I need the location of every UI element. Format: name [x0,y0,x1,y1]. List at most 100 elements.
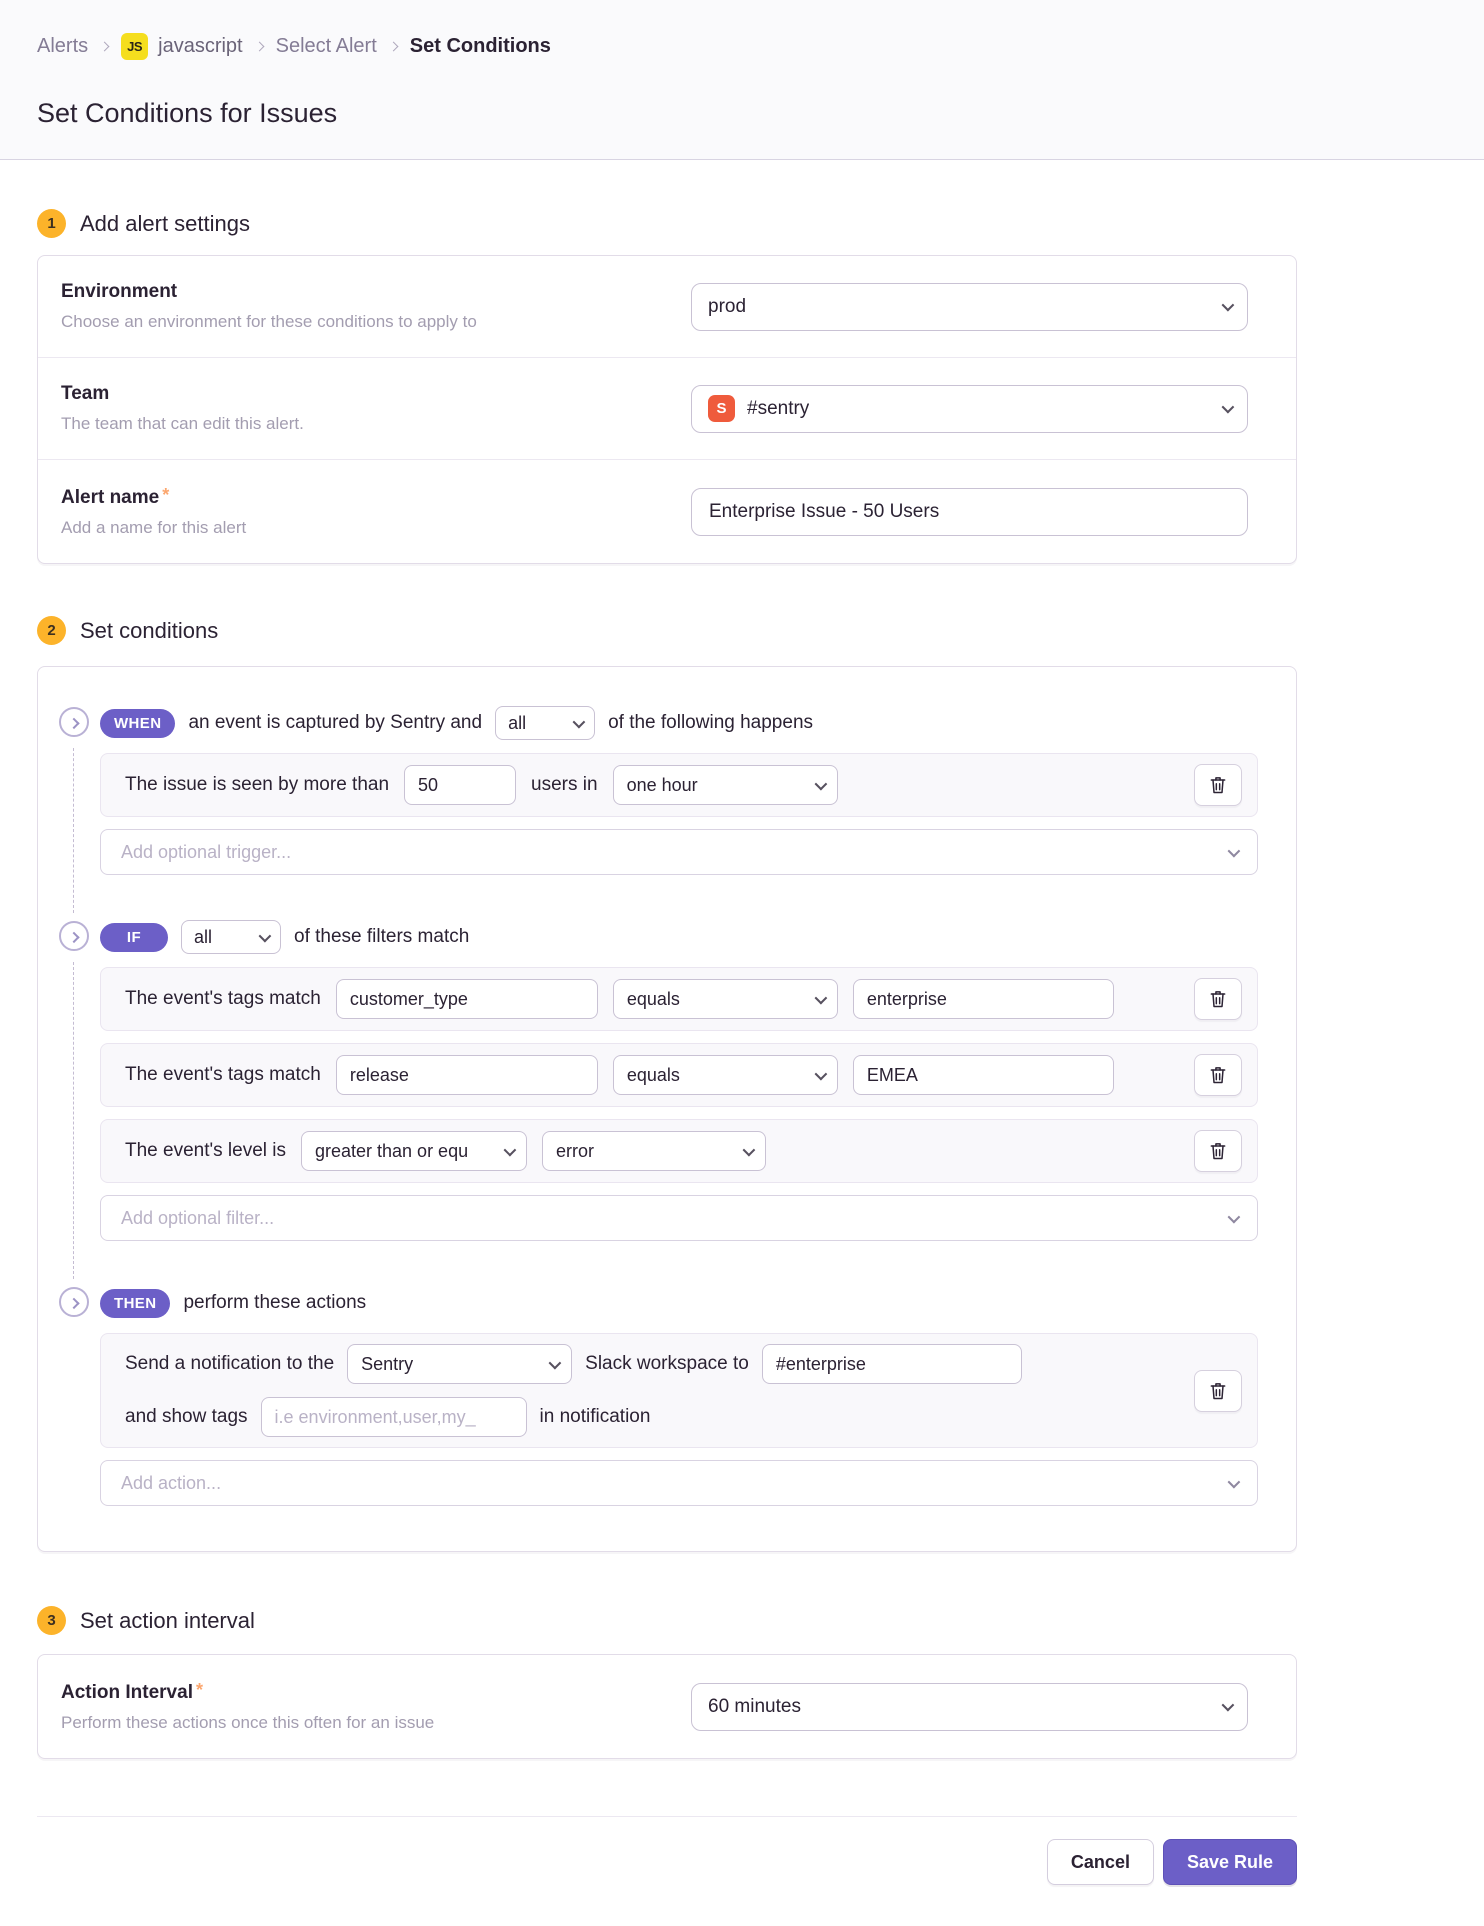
then-text-after: perform these actions [183,1292,366,1314]
trash-icon [1208,989,1228,1009]
trigger-text: The issue is seen by more than [125,774,389,796]
filter-text: The event's tags match [125,1064,321,1086]
action-line-2: and show tags in notification [125,1397,1022,1437]
javascript-platform-icon: JS [121,33,148,60]
alert-name-labels: Alert name* Add a name for this alert [61,485,246,538]
team-select[interactable]: S #sentry [691,385,1248,433]
action-interval-row: Action Interval* Perform these actions o… [38,1655,1296,1758]
action-text: Slack workspace to [585,1353,749,1375]
collapse-chevron-icon[interactable] [59,707,89,737]
breadcrumb-separator-icon [388,42,398,52]
when-match-value: all [508,713,526,734]
team-row: Team The team that can edit this alert. … [38,358,1296,460]
action-row: Send a notification to the Sentry Slack … [100,1333,1258,1448]
delete-filter-button[interactable] [1194,1054,1242,1096]
breadcrumb: Alerts JS javascript Select Alert Set Co… [37,33,1484,60]
chevron-down-icon [259,929,272,942]
tag-key-input[interactable] [336,1055,598,1095]
when-step: WHEN an event is captured by Sentry and … [38,706,1258,875]
step-number-badge: 3 [37,1606,66,1635]
team-label: Team [61,383,304,405]
add-action-select[interactable]: Add action... [100,1460,1258,1506]
action-text: in notification [540,1406,651,1428]
if-match-select[interactable]: all [181,920,281,954]
tag-key-input[interactable] [336,979,598,1019]
cancel-button[interactable]: Cancel [1047,1839,1154,1885]
tag-operator-select[interactable]: equals [613,1055,838,1095]
chevron-down-icon [814,777,827,790]
action-interval-labels: Action Interval* Perform these actions o… [61,1680,434,1733]
chevron-down-icon [1222,1699,1235,1712]
delete-filter-button[interactable] [1194,1130,1242,1172]
breadcrumb-separator-icon [254,42,264,52]
action-description: Send a notification to the Sentry Slack … [125,1344,1022,1437]
chevron-down-icon [573,715,586,728]
footer-actions: Cancel Save Rule [37,1839,1297,1885]
filter-condition-row: The event's tags match equals [100,967,1258,1031]
alert-name-row: Alert name* Add a name for this alert [38,460,1296,563]
breadcrumb-project-label: javascript [158,35,242,58]
team-help: The team that can edit this alert. [61,414,304,434]
delete-action-button[interactable] [1194,1370,1242,1412]
add-filter-select[interactable]: Add optional filter... [100,1195,1258,1241]
trash-icon [1208,1381,1228,1401]
delete-trigger-button[interactable] [1194,764,1242,806]
add-filter-placeholder: Add optional filter... [121,1208,274,1229]
add-trigger-select[interactable]: Add optional trigger... [100,829,1258,875]
breadcrumb-item-select-alert[interactable]: Select Alert [276,35,377,58]
when-header: WHEN an event is captured by Sentry and … [100,706,1258,740]
trash-icon [1208,1141,1228,1161]
level-operator-select[interactable]: greater than or equ [301,1131,527,1171]
workspace-select[interactable]: Sentry [347,1344,572,1384]
step-number-badge: 2 [37,616,66,645]
action-interval-help: Perform these actions once this often fo… [61,1713,434,1733]
environment-help: Choose an environment for these conditio… [61,312,477,332]
delete-filter-button[interactable] [1194,978,1242,1020]
user-count-input[interactable] [404,765,516,805]
tag-value-input[interactable] [853,979,1114,1019]
chevron-down-icon [549,1356,562,1369]
if-badge: IF [100,923,168,952]
then-badge: THEN [100,1289,170,1318]
environment-select[interactable]: prod [691,283,1248,331]
level-operator-value: greater than or equ [315,1141,468,1162]
action-line-1: Send a notification to the Sentry Slack … [125,1344,1022,1384]
level-value-select[interactable]: error [542,1131,766,1171]
breadcrumb-item-alerts[interactable]: Alerts [37,35,88,58]
breadcrumb-separator-icon [100,42,110,52]
environment-value: prod [708,296,746,318]
trash-icon [1208,775,1228,795]
section-set-conditions: 2 Set conditions [37,616,1447,645]
alert-name-input[interactable] [691,488,1248,536]
section-add-alert-settings: 1 Add alert settings [37,209,1447,238]
action-interval-select[interactable]: 60 minutes [691,1683,1248,1731]
trigger-condition-row: The issue is seen by more than users in … [100,753,1258,817]
team-labels: Team The team that can edit this alert. [61,383,304,434]
section-title: Set action interval [80,1608,255,1634]
breadcrumb-item-project[interactable]: JS javascript [121,33,242,60]
alert-name-help: Add a name for this alert [61,518,246,538]
chevron-down-icon [1228,844,1241,857]
breadcrumb-item-current: Set Conditions [410,35,551,58]
page-header: Alerts JS javascript Select Alert Set Co… [0,0,1484,160]
show-tags-input[interactable] [261,1397,527,1437]
filter-condition-row: The event's tags match equals [100,1043,1258,1107]
section-set-action-interval: 3 Set action interval [37,1606,1447,1635]
filter-text: The event's tags match [125,988,321,1010]
collapse-chevron-icon[interactable] [59,1287,89,1317]
channel-input[interactable] [762,1344,1022,1384]
action-text: and show tags [125,1406,248,1428]
tag-value-input[interactable] [853,1055,1114,1095]
required-asterisk: * [196,1680,203,1700]
environment-row: Environment Choose an environment for th… [38,256,1296,358]
action-interval-label-text: Action Interval [61,1682,193,1703]
chevron-right-icon [68,1298,79,1309]
when-match-select[interactable]: all [495,706,595,740]
tag-operator-select[interactable]: equals [613,979,838,1019]
action-text: Send a notification to the [125,1353,334,1375]
time-interval-select[interactable]: one hour [613,765,838,805]
collapse-chevron-icon[interactable] [59,921,89,951]
save-rule-button[interactable]: Save Rule [1163,1839,1297,1885]
alert-name-label: Alert name* [61,485,246,509]
conditions-panel: WHEN an event is captured by Sentry and … [37,666,1297,1552]
